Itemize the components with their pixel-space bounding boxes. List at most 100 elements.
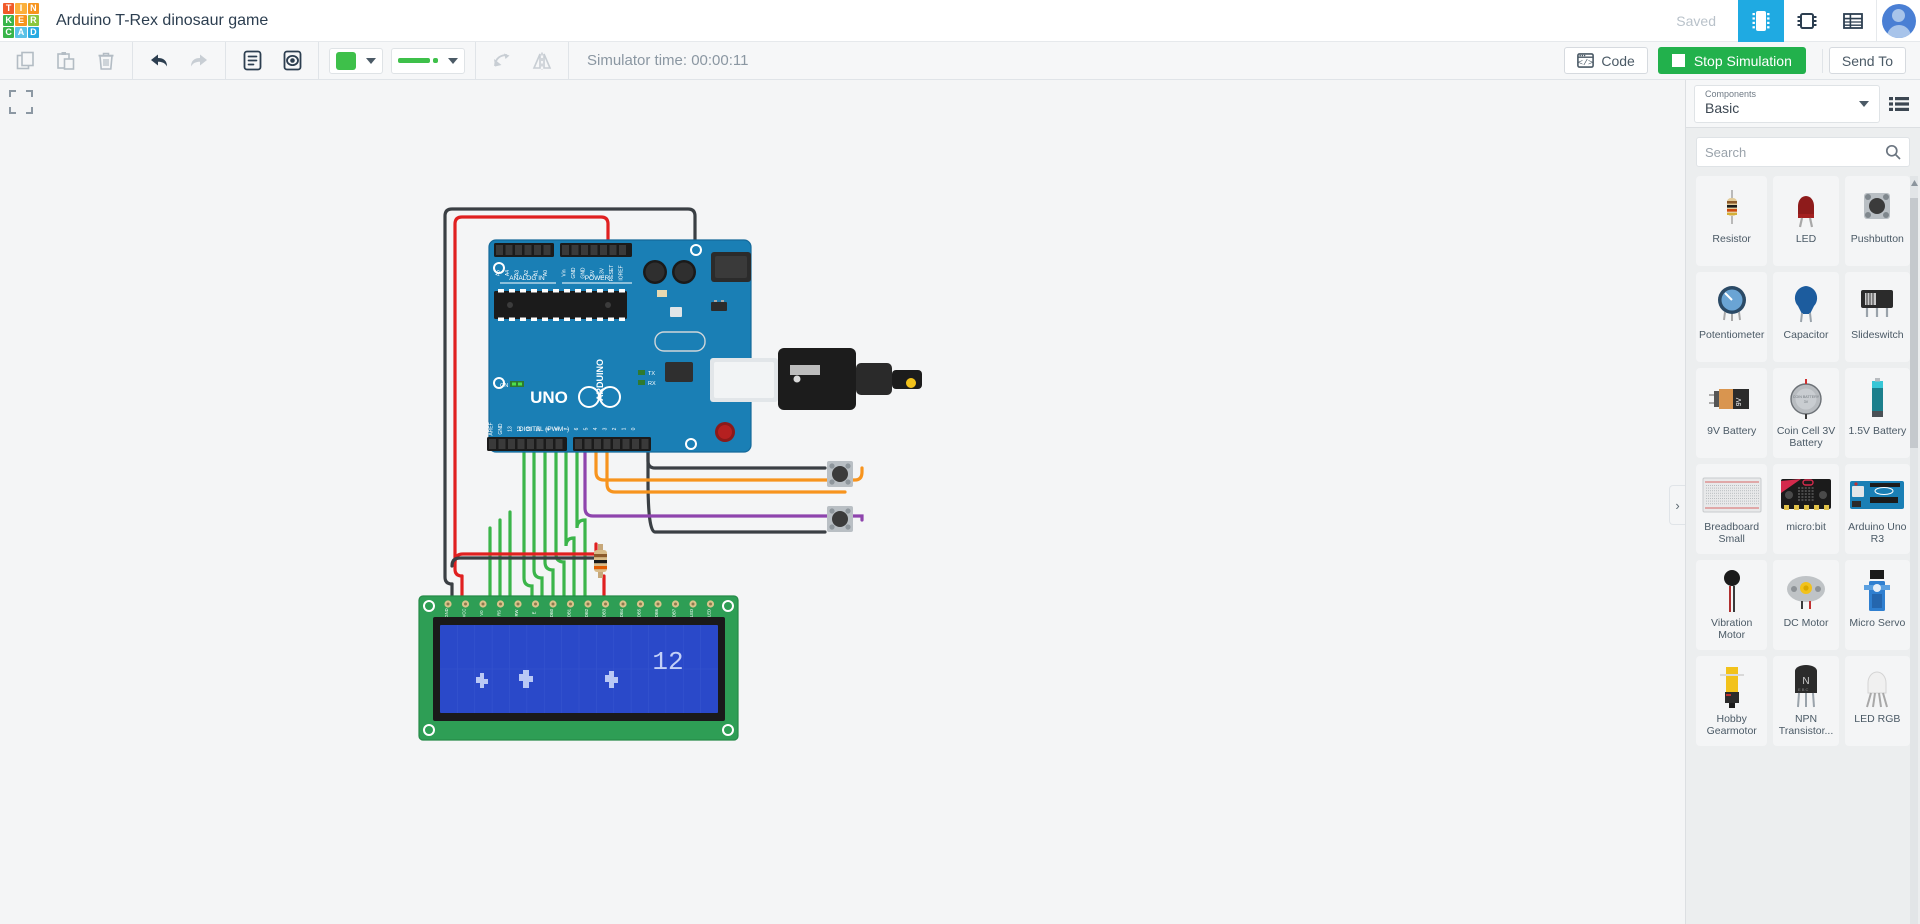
circuits-view-icon[interactable] [1738, 0, 1784, 42]
visibility-eye-icon[interactable] [272, 42, 312, 80]
pushbutton-icon [1845, 183, 1910, 231]
search-input[interactable] [1705, 144, 1885, 160]
components-selected-value: Basic [1705, 100, 1740, 117]
svg-text:9V: 9V [1736, 397, 1743, 406]
slideswitch-icon [1845, 279, 1910, 327]
component-name: Coin Cell 3V Battery [1776, 425, 1836, 450]
components-category-select[interactable]: Components Basic [1694, 84, 1880, 123]
component-tile[interactable]: Potentiometer [1696, 272, 1768, 362]
rotate-icon[interactable] [482, 42, 522, 80]
pin-label: DB4 [619, 608, 624, 617]
notes-icon[interactable] [232, 42, 272, 80]
mirror-icon[interactable] [522, 42, 562, 80]
component-tile[interactable]: Breadboard Small [1696, 464, 1768, 554]
component-name: Vibration Motor [1711, 617, 1753, 642]
component-name: Slideswitch [1851, 329, 1904, 341]
page-title: Arduino T-Rex dinosaur game [56, 11, 269, 29]
pin-label: 4 [593, 427, 599, 430]
pushbutton-2[interactable] [827, 506, 853, 532]
npn-transistor-icon: NE B C [1773, 663, 1838, 711]
component-tile[interactable]: LED RGB [1844, 656, 1910, 746]
component-name: Potentiometer [1699, 329, 1765, 341]
pin-label: 1 [622, 427, 628, 430]
color-swatch [336, 51, 356, 70]
stop-simulation-label: Stop Simulation [1693, 52, 1792, 69]
pin-label: Vin [562, 269, 568, 276]
pin-label: 6 [574, 427, 580, 430]
paste-button[interactable] [46, 42, 86, 80]
redo-button[interactable] [179, 42, 219, 80]
chip-view-icon[interactable] [1784, 0, 1830, 42]
circuit-canvas[interactable]: A5 A4 A3 A2 A1 A0 Vin GND GND 5V 3.3V RESET IOREF A… [0, 80, 1685, 924]
component-tile[interactable]: 1.5V Battery [1844, 368, 1910, 458]
search-container [1686, 128, 1920, 176]
battery-9v-icon: 9V [1696, 375, 1767, 423]
component-name: 9V Battery [1707, 425, 1757, 437]
pin-label: DB3 [602, 608, 607, 617]
code-button[interactable]: </> Code [1564, 47, 1648, 74]
stop-simulation-button[interactable]: Stop Simulation [1657, 47, 1806, 74]
component-tile[interactable]: Slideswitch [1844, 272, 1910, 362]
panel-list-view-icon[interactable] [1886, 91, 1912, 117]
pin-label: 0 [631, 427, 637, 430]
copy-button[interactable] [6, 42, 46, 80]
component-tile[interactable]: Pushbutton [1844, 176, 1910, 266]
pin-label: VCC [462, 609, 467, 618]
avatar[interactable] [1881, 3, 1916, 38]
scrollbar-thumb[interactable] [1910, 198, 1918, 448]
wire-color-picker[interactable] [329, 47, 383, 74]
component-tile[interactable]: DC Motor [1773, 560, 1839, 650]
pin-label: A5 [496, 270, 502, 276]
resistor-icon [1696, 183, 1767, 231]
user-avatar-container[interactable] [1876, 0, 1920, 42]
component-tile[interactable]: 9V 9V Battery [1696, 368, 1768, 458]
list-view-icon[interactable] [1830, 0, 1876, 42]
component-tile[interactable]: Vibration Motor [1696, 560, 1768, 650]
component-tile[interactable]: Capacitor [1773, 272, 1839, 362]
dc-motor-icon [1773, 567, 1838, 615]
search-box[interactable] [1696, 137, 1910, 167]
chevron-down-icon [1859, 100, 1869, 107]
component-tile[interactable]: LED [1773, 176, 1839, 266]
panel-toggle-chevron: › [1675, 497, 1680, 513]
undo-button[interactable] [139, 42, 179, 80]
component-tile[interactable]: COIN BATTERY 3V Coin Cell 3V Battery [1773, 368, 1839, 458]
send-to-button[interactable]: Send To [1828, 47, 1906, 74]
component-name: Hobby Gearmotor [1706, 713, 1757, 738]
component-tile[interactable]: Micro Servo [1844, 560, 1910, 650]
logo-tile-k: K [3, 14, 15, 27]
panel-toggle-button[interactable]: › [1669, 485, 1685, 525]
component-name: Micro Servo [1849, 617, 1906, 629]
lcd-display[interactable]: GND VCC V0 RS RW E DB0 DB1 DB2 DB3 DB4 DB5 DB6 DB7 LED… [418, 595, 739, 741]
search-icon [1885, 144, 1901, 160]
component-tile[interactable]: Resistor [1696, 176, 1768, 266]
arduino-uno-board[interactable]: A5 A4 A3 A2 A1 A0 Vin GND GND 5V 3.3V RESET IOREF A… [487, 239, 752, 453]
components-grid[interactable]: Resistor LED Pushbutton Potentiometer Capaci… [1686, 176, 1920, 924]
wire-style-picker[interactable] [391, 47, 465, 74]
tinkercad-logo[interactable]: TINKERCAD [0, 0, 42, 42]
logo-tile-c: C [3, 27, 15, 39]
svg-text:</>: </> [1578, 58, 1593, 68]
pin-label: DB7 [672, 608, 677, 617]
delete-button[interactable] [86, 42, 126, 80]
style-group [319, 41, 476, 80]
component-tile[interactable]: micro:bit [1773, 464, 1839, 554]
components-scrollbar[interactable] [1910, 176, 1918, 924]
svg-text:ON: ON [500, 383, 508, 389]
pin-label: LED [689, 609, 694, 617]
logo-tile-t: T [3, 2, 15, 14]
potentiometer-icon [1696, 279, 1767, 327]
component-name: Breadboard Small [1704, 521, 1760, 546]
component-tile[interactable]: NE B C NPN Transistor... [1773, 656, 1839, 746]
tinkercad-circuits-app: TINKERCAD Arduino T-Rex dinosaur game Sa… [0, 0, 1920, 924]
pushbutton-1[interactable] [827, 461, 853, 487]
svg-text:RX: RX [648, 381, 656, 387]
top-bar-right: Saved [1676, 0, 1920, 42]
capacitor-icon [1773, 279, 1838, 327]
pin-label: RESET [609, 265, 615, 282]
component-tile[interactable]: Hobby Gearmotor [1696, 656, 1768, 746]
circuit-diagram[interactable]: A5 A4 A3 A2 A1 A0 Vin GND GND 5V 3.3V RESET IOREF A… [0, 80, 1360, 920]
scroll-up-arrow[interactable] [1910, 176, 1918, 190]
component-tile[interactable]: Arduino Uno R3 [1844, 464, 1910, 554]
wire-style-preview [398, 58, 438, 63]
